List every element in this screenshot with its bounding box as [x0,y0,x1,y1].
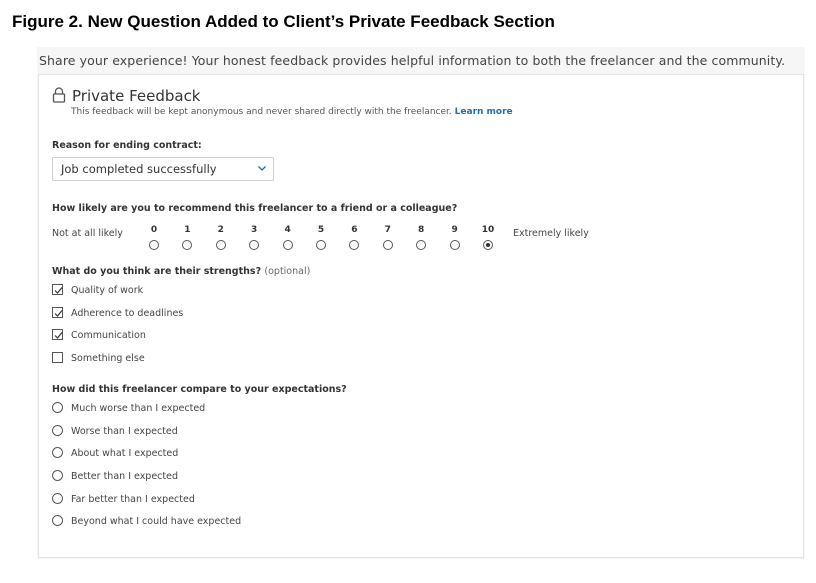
strengths-question: What do you think are their strengths? (… [52,266,310,277]
reason-select[interactable]: Job completed successfully [52,157,274,181]
scale-number: 10 [481,225,495,235]
checkmark-icon [54,287,63,294]
intro-text: Share your experience! Your honest feedb… [39,53,786,68]
subtitle-text: This feedback will be kept anonymous and… [71,107,452,117]
scale-option-6[interactable]: 6 [344,225,364,255]
checkmark-icon [54,332,63,340]
expectation-radio[interactable] [52,492,63,504]
private-feedback-title: Private Feedback [72,87,201,105]
scale-radio[interactable] [483,240,493,250]
scale-radio[interactable] [182,240,193,250]
expectation-option-label: Much worse than I expected [71,403,206,414]
scale-option-1[interactable]: 1 [177,225,197,255]
scale-radio[interactable] [215,240,226,250]
scale-option-0[interactable]: 0 [144,225,164,255]
scale-number: 6 [351,225,358,235]
recommend-scale: Not at all likely 0 1 2 3 4 5 6 7 8 9 10 Extremely… [52,225,792,255]
chevron-down-icon [257,162,267,172]
scale-low-label: Not at all likely [52,228,123,239]
checkmark-icon [54,309,63,317]
reason-select-value: Job completed successfully [61,162,217,176]
expectation-option-label: Better than I expected [71,471,179,483]
scale-number: 5 [317,225,325,235]
scale-number: 9 [451,225,458,235]
scale-number: 3 [251,225,258,235]
scale-number: 7 [384,225,391,235]
scale-option-4[interactable]: 4 [278,225,298,255]
scale-option-5[interactable]: 5 [311,225,331,255]
expectation-option-label: Far better than I expected [71,493,195,505]
scale-option-9[interactable]: 9 [445,225,465,255]
scale-number: 1 [184,225,191,235]
strength-option-label: Adherence to deadlines [71,307,184,319]
checkbox-checked[interactable] [52,306,63,318]
strength-option-label: Something else [71,353,145,365]
scale-radio[interactable] [449,240,460,250]
checkbox-checked[interactable] [52,284,63,295]
private-feedback-panel: Private Feedback This feedback will be k… [38,74,804,558]
expectation-radio[interactable] [52,447,63,459]
private-feedback-subtitle: This feedback will be kept anonymous and… [71,107,513,117]
strength-option-label: Quality of work [71,285,144,296]
scale-high-label: Extremely likely [513,228,589,239]
reason-label: Reason for ending contract: [52,140,202,151]
scale-radio[interactable] [382,240,393,250]
checkbox-checked[interactable] [52,329,63,341]
expectation-radio[interactable] [52,402,63,413]
expectation-radio[interactable] [52,424,63,436]
scale-radio[interactable] [149,240,159,250]
learn-more-link[interactable]: Learn more [455,107,513,117]
scale-radio[interactable] [416,240,427,250]
scale-option-7[interactable]: 7 [378,225,398,255]
scale-radio[interactable] [249,240,260,250]
feedback-form-screenshot: Share your experience! Your honest feedb… [37,47,805,559]
scale-number: 8 [418,225,425,235]
scale-radio[interactable] [282,240,293,250]
checkbox-unchecked[interactable] [52,352,63,364]
strength-option-label: Communication [71,330,146,342]
scale-number: 4 [284,225,291,235]
figure-caption: Figure 2. New Question Added to Client’s… [12,12,555,31]
expectation-option-label: Worse than I expected [71,425,178,437]
recommend-question: How likely are you to recommend this fre… [52,203,458,214]
scale-number: 2 [217,225,224,235]
scale-radio[interactable] [349,240,360,250]
scale-option-8[interactable]: 8 [411,225,431,255]
scale-radio[interactable] [316,240,326,250]
expectations-question: How did this freelancer compare to your … [52,384,347,395]
scale-option-2[interactable]: 2 [211,225,231,255]
expectation-option-label: Beyond what I could have expected [71,516,242,528]
optional-tag: (optional) [264,266,311,277]
expectation-option-label: About what I expected [71,448,179,460]
expectation-radio[interactable] [52,470,63,482]
expectation-radio[interactable] [52,515,63,527]
lock-icon [52,87,66,103]
scale-option-10[interactable]: 10 [478,225,498,255]
strengths-question-text: What do you think are their strengths? [52,266,262,277]
scale-number: 0 [150,225,158,235]
scale-option-3[interactable]: 3 [244,225,264,255]
